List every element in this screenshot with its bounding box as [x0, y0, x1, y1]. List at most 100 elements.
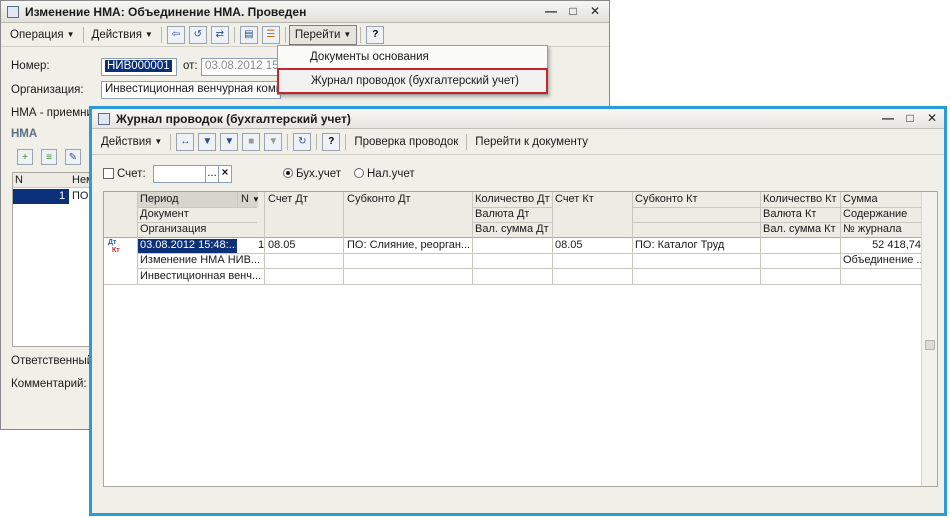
header-kol-dt[interactable]: Количество Дт	[473, 192, 550, 207]
toolbar-divider	[82, 26, 84, 43]
grid-scrollbar[interactable]	[921, 192, 937, 486]
radio-nal-option[interactable]: Нал.учет	[354, 168, 415, 180]
help-icon[interactable]: ?	[366, 25, 385, 44]
header-subkonto-dt[interactable]: Субконто Дт	[345, 192, 411, 207]
structure-icon[interactable]: ▤	[239, 25, 258, 44]
table-row[interactable]: 1 ПО:	[13, 189, 93, 204]
operation-menu-button[interactable]: Операция ▼	[5, 25, 80, 45]
back-arrow-icon[interactable]: ⇦	[166, 25, 185, 44]
row-subkonto-kt: ПО: Каталог Труд	[635, 239, 725, 251]
actions-menu-button[interactable]: Действия ▼	[87, 25, 158, 45]
refresh-icon[interactable]: ↻	[293, 132, 312, 151]
interval-icon[interactable]: ↔	[176, 132, 195, 151]
filter-settings-icon[interactable]: ▼	[220, 132, 239, 151]
chevron-down-icon: ▼	[66, 30, 75, 39]
row-document: Изменение НМА НИВ...	[140, 254, 261, 266]
account-filter-field[interactable]	[153, 165, 207, 183]
operation-menu-label: Операция	[10, 28, 64, 41]
header-organization[interactable]: Организация	[138, 222, 206, 237]
clear-filter-icon[interactable]: ×	[218, 165, 232, 183]
header-nomer-zhurnala[interactable]: № журнала	[841, 222, 902, 237]
goto-menu-button[interactable]: Перейти ▼	[288, 24, 358, 45]
organization-field[interactable]: Инвестиционная венчурная компа	[101, 81, 281, 99]
edit-row-icon[interactable]: ✎	[65, 149, 81, 165]
header-n[interactable]: N	[239, 192, 249, 207]
header-val-dt[interactable]: Валюта Дт	[473, 207, 529, 222]
chevron-down-icon: ▼	[154, 137, 163, 146]
help-icon[interactable]: ?	[322, 132, 341, 151]
movements-icon[interactable]: ☰	[261, 25, 280, 44]
copy-row-icon[interactable]: ≡	[41, 149, 57, 165]
header-document[interactable]: Документ	[138, 207, 189, 222]
document-window-title-bar[interactable]: Изменение НМА: Объединение НМА. Проведен…	[1, 1, 609, 23]
grid-line	[760, 192, 761, 284]
comment-label: Комментарий:	[11, 378, 87, 390]
header-subkonto-kt[interactable]: Субконто Кт	[633, 192, 698, 207]
nma-receiver-label: НМА - приемни	[11, 107, 93, 119]
radio-nal-indicator	[354, 168, 364, 178]
post-document-icon[interactable]: ↺	[188, 25, 207, 44]
journal-window-title: Журнал проводок (бухгалтерский учет)	[116, 111, 351, 126]
header-val-kt[interactable]: Валюта Кт	[761, 207, 816, 222]
date-from-label: от:	[183, 60, 198, 72]
nma-col-n: N	[15, 174, 23, 186]
number-field[interactable]: НИВ000001	[101, 58, 177, 76]
header-valsum-dt[interactable]: Вал. сумма Дт	[473, 222, 549, 237]
toolbar-divider	[360, 26, 362, 43]
account-select-button[interactable]: ...	[205, 165, 219, 183]
grid-line	[137, 192, 138, 284]
header-valsum-kt[interactable]: Вал. сумма Кт	[761, 222, 836, 237]
minimize-icon[interactable]: —	[882, 111, 894, 125]
grid-line	[343, 192, 344, 284]
nma-section-title: НМА	[11, 128, 38, 140]
grid-line	[552, 192, 553, 284]
journal-window-title-bar[interactable]: Журнал проводок (бухгалтерский учет) — □…	[92, 109, 944, 129]
check-entries-button[interactable]: Проверка проводок	[349, 132, 463, 152]
close-icon[interactable]: ✕	[926, 111, 938, 125]
grid-line	[237, 192, 238, 207]
kt-icon: Кт	[112, 247, 120, 254]
radio-buh-indicator	[283, 168, 293, 178]
filter-off-icon[interactable]: ▼	[264, 132, 283, 151]
responsible-label: Ответственный	[11, 355, 94, 367]
journal-window: Журнал проводок (бухгалтерский учет) — □…	[89, 106, 947, 516]
document-window-title: Изменение НМА: Объединение НМА. Проведен	[25, 4, 307, 19]
goto-dropdown-menu: Документы основания Журнал проводок (бух…	[277, 45, 548, 95]
table-row[interactable]: Дт Кт 03.08.2012 15:48:... 1 Изменение Н…	[104, 238, 923, 284]
chevron-down-icon: ▼	[144, 30, 153, 39]
grid-line	[472, 192, 473, 284]
menu-item-base-documents[interactable]: Документы основания	[278, 46, 547, 68]
row-period: 03.08.2012 15:48:...	[140, 239, 236, 251]
date-field[interactable]: 03.08.2012 15:	[201, 58, 281, 76]
radio-buh-option[interactable]: Бух.учет	[283, 168, 341, 180]
header-kol-kt[interactable]: Количество Кт	[761, 192, 837, 207]
scroll-thumb[interactable]	[925, 340, 935, 350]
header-period[interactable]: Период	[138, 192, 179, 207]
header-soderzhanie[interactable]: Содержание	[841, 207, 907, 222]
menu-item-journal-entries[interactable]: Журнал проводок (бухгалтерский учет)	[277, 68, 548, 94]
goto-document-button[interactable]: Перейти к документу	[470, 132, 593, 152]
row-summa: 52 418,74	[872, 239, 921, 251]
document-icon	[7, 5, 19, 18]
header-schet-dt[interactable]: Счет Дт	[266, 192, 308, 207]
sort-down-icon[interactable]: ▼	[250, 192, 260, 207]
repost-icon[interactable]: ⇄	[210, 25, 229, 44]
row-organization: Инвестиционная венч...	[140, 270, 262, 282]
grid-line	[137, 268, 923, 269]
header-schet-kt[interactable]: Счет Кт	[553, 192, 594, 207]
add-row-icon[interactable]: +	[17, 149, 33, 165]
toolbar-divider	[233, 26, 235, 43]
toolbar-divider	[345, 133, 347, 150]
filter-icon[interactable]: ▼	[198, 132, 217, 151]
nma-table-header: N Нем	[13, 173, 94, 188]
close-icon[interactable]: ✕	[589, 4, 601, 18]
delete-icon[interactable]: ■	[242, 132, 261, 151]
account-filter-checkbox[interactable]	[103, 168, 114, 179]
minimize-icon[interactable]: —	[545, 4, 557, 18]
actions-menu-button[interactable]: Действия ▼	[96, 132, 167, 152]
maximize-icon[interactable]: □	[567, 4, 579, 18]
maximize-icon[interactable]: □	[904, 111, 916, 125]
grid-line	[104, 237, 923, 238]
grid-line	[264, 192, 265, 284]
header-summa[interactable]: Сумма	[841, 192, 878, 207]
